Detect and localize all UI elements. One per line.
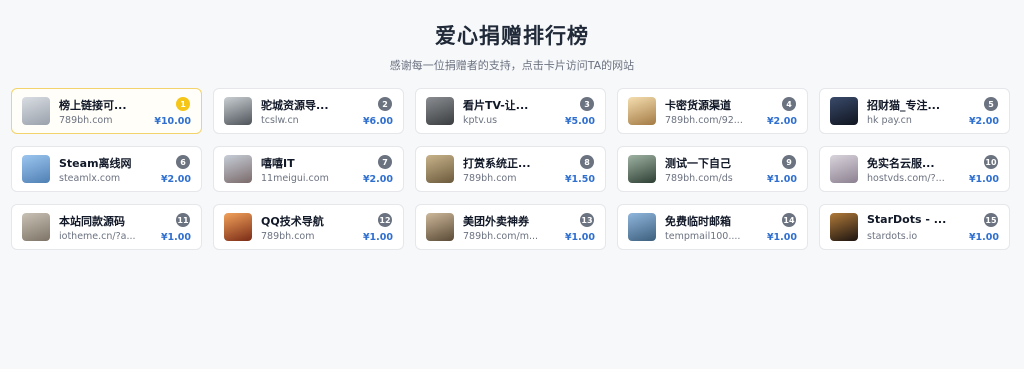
donor-name: 免实名云服... bbox=[867, 157, 935, 170]
donor-name: 嘻嘻IT bbox=[261, 157, 295, 170]
donation-amount: ¥1.00 bbox=[564, 232, 595, 243]
thumb-city-icon bbox=[224, 155, 252, 183]
thumb-bird-icon bbox=[22, 213, 50, 241]
rank-badge: 12 bbox=[378, 213, 392, 227]
donor-url: kptv.us bbox=[463, 115, 498, 126]
donor-url: hostvds.com/?... bbox=[867, 173, 945, 184]
donor-card[interactable]: 免费临时邮箱 tempmail100.... 14 ¥1.00 bbox=[617, 204, 808, 250]
thumb-dusk-icon bbox=[830, 155, 858, 183]
donor-card[interactable]: 测试一下自己 789bh.com/ds 9 ¥1.00 bbox=[617, 146, 808, 192]
rank-badge: 1 bbox=[176, 97, 190, 111]
donor-card[interactable]: Steam离线网 steamlx.com 6 ¥2.00 bbox=[11, 146, 202, 192]
thumb-lights-icon bbox=[830, 213, 858, 241]
donor-url: 789bh.com bbox=[59, 115, 113, 126]
rank-badge: 4 bbox=[782, 97, 796, 111]
donor-name: 本站同款源码 bbox=[59, 215, 125, 228]
rank-badge: 10 bbox=[984, 155, 998, 169]
donor-name: 招财猫_专注... bbox=[867, 99, 941, 112]
donor-url: iotheme.cn/?a... bbox=[59, 231, 136, 242]
donor-card[interactable]: StarDots - ... stardots.io 15 ¥1.00 bbox=[819, 204, 1010, 250]
donor-name: 测试一下自己 bbox=[665, 157, 731, 170]
rank-badge: 7 bbox=[378, 155, 392, 169]
donor-card[interactable]: 免实名云服... hostvds.com/?... 10 ¥1.00 bbox=[819, 146, 1010, 192]
donation-amount: ¥6.00 bbox=[362, 116, 393, 127]
donor-name: 看片TV-让... bbox=[463, 99, 529, 112]
donor-card[interactable]: 驼城资源导... tcslw.cn 2 ¥6.00 bbox=[213, 88, 404, 134]
donor-name: 美团外卖神券 bbox=[463, 215, 529, 228]
thumb-building-icon bbox=[22, 97, 50, 125]
donor-grid: 榜上链接可... 789bh.com 1 ¥10.00 驼城资源导... tcslw.cn… bbox=[11, 88, 1010, 250]
donor-url: 789bh.com/m... bbox=[463, 231, 539, 242]
rank-badge: 13 bbox=[580, 213, 594, 227]
page-header: 爱心捐赠排行榜 感谢每一位捐赠者的支持，点击卡片访问TA的网站 bbox=[0, 0, 1024, 73]
donation-amount: ¥2.00 bbox=[362, 174, 393, 185]
donation-amount: ¥2.00 bbox=[968, 116, 999, 127]
rank-badge: 8 bbox=[580, 155, 594, 169]
thumb-alley-icon bbox=[426, 213, 454, 241]
page-title: 爱心捐赠排行榜 bbox=[435, 24, 589, 48]
donor-card[interactable]: 嘻嘻IT 11meigui.com 7 ¥2.00 bbox=[213, 146, 404, 192]
donor-name: 打赏系统正... bbox=[463, 157, 531, 170]
donor-name: QQ技术导航 bbox=[261, 215, 324, 228]
donation-amount: ¥1.00 bbox=[362, 232, 393, 243]
donor-name: Steam离线网 bbox=[59, 157, 132, 170]
rank-badge: 6 bbox=[176, 155, 190, 169]
donation-amount: ¥1.00 bbox=[160, 232, 191, 243]
thumb-sunset-icon bbox=[224, 213, 252, 241]
donor-url: steamlx.com bbox=[59, 173, 121, 184]
thumb-clouds-icon bbox=[426, 97, 454, 125]
donor-url: hk pay.cn bbox=[867, 115, 912, 126]
donation-amount: ¥5.00 bbox=[564, 116, 595, 127]
thumb-lake-icon bbox=[628, 213, 656, 241]
donor-card[interactable]: 榜上链接可... 789bh.com 1 ¥10.00 bbox=[11, 88, 202, 134]
rank-badge: 5 bbox=[984, 97, 998, 111]
rank-badge: 15 bbox=[984, 213, 998, 227]
rank-badge: 2 bbox=[378, 97, 392, 111]
donor-url: 789bh.com/92... bbox=[665, 115, 743, 126]
donor-name: 榜上链接可... bbox=[59, 99, 127, 112]
donation-amount: ¥2.00 bbox=[766, 116, 797, 127]
donor-url: 789bh.com/ds bbox=[665, 173, 733, 184]
donor-url: 789bh.com bbox=[463, 173, 517, 184]
donor-card[interactable]: 本站同款源码 iotheme.cn/?a... 11 ¥1.00 bbox=[11, 204, 202, 250]
donor-card[interactable]: QQ技术导航 789bh.com 12 ¥1.00 bbox=[213, 204, 404, 250]
donor-url: tempmail100.... bbox=[665, 231, 741, 242]
donation-amount: ¥1.00 bbox=[766, 174, 797, 185]
thumb-field-icon bbox=[426, 155, 454, 183]
donor-url: tcslw.cn bbox=[261, 115, 299, 126]
rank-badge: 3 bbox=[580, 97, 594, 111]
thumb-valley-icon bbox=[628, 155, 656, 183]
thumb-tower-icon bbox=[22, 155, 50, 183]
donor-name: 驼城资源导... bbox=[261, 99, 329, 112]
donor-name: 卡密货源渠道 bbox=[665, 99, 731, 112]
donor-url: 11meigui.com bbox=[261, 173, 329, 184]
donation-amount: ¥1.50 bbox=[564, 174, 595, 185]
donor-card[interactable]: 美团外卖神券 789bh.com/m... 13 ¥1.00 bbox=[415, 204, 606, 250]
rank-badge: 14 bbox=[782, 213, 796, 227]
rank-badge: 9 bbox=[782, 155, 796, 169]
donor-url: 789bh.com bbox=[261, 231, 315, 242]
thumb-night-city-icon bbox=[830, 97, 858, 125]
donor-card[interactable]: 卡密货源渠道 789bh.com/92... 4 ¥2.00 bbox=[617, 88, 808, 134]
donor-card[interactable]: 打赏系统正... 789bh.com 8 ¥1.50 bbox=[415, 146, 606, 192]
thumb-sunlight-icon bbox=[628, 97, 656, 125]
rank-badge: 11 bbox=[176, 213, 190, 227]
donor-url: stardots.io bbox=[867, 231, 918, 242]
donor-card[interactable]: 招财猫_专注...hk pay.cn 5 ¥2.00 bbox=[819, 88, 1010, 134]
donor-name: StarDots - ... bbox=[867, 213, 947, 226]
thumb-street-icon bbox=[224, 97, 252, 125]
donor-card[interactable]: 看片TV-让... kptv.us 3 ¥5.00 bbox=[415, 88, 606, 134]
donation-amount: ¥1.00 bbox=[766, 232, 797, 243]
donation-amount: ¥1.00 bbox=[968, 174, 999, 185]
donation-amount: ¥10.00 bbox=[154, 116, 191, 127]
donor-name: 免费临时邮箱 bbox=[665, 215, 731, 228]
donation-amount: ¥1.00 bbox=[968, 232, 999, 243]
donation-amount: ¥2.00 bbox=[160, 174, 191, 185]
page-subtitle: 感谢每一位捐赠者的支持，点击卡片访问TA的网站 bbox=[389, 59, 635, 72]
